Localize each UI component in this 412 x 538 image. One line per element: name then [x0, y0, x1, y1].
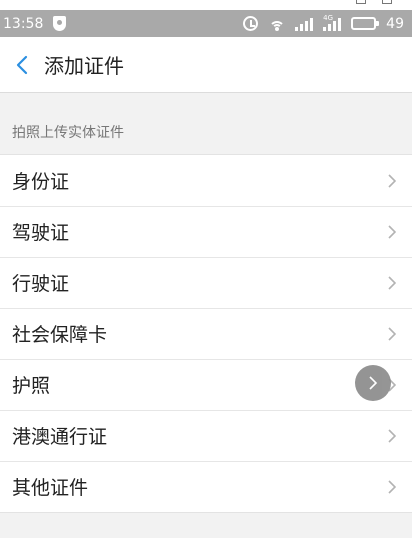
chevron-right-icon: [388, 224, 396, 239]
list-item-label: 其他证件: [12, 477, 89, 499]
wifi-icon: [268, 17, 285, 31]
signal-icon: [295, 17, 314, 31]
chevron-right-icon: [388, 275, 396, 290]
list-item-other-documents[interactable]: 其他证件: [0, 461, 412, 512]
list-item-label: 护照: [12, 375, 51, 397]
window-control-icon[interactable]: [382, 0, 392, 4]
chevron-right-icon: [388, 428, 396, 443]
list-item-passport[interactable]: 护照: [0, 359, 412, 410]
status-bar: 13:58 4G 49: [0, 10, 412, 37]
chevron-right-icon: [388, 173, 396, 188]
alarm-icon: [243, 16, 259, 31]
floating-assistive-button[interactable]: [355, 365, 391, 401]
list-item-hk-macau-permit[interactable]: 港澳通行证: [0, 410, 412, 461]
minimize-icon[interactable]: [356, 0, 366, 4]
list-item-social-security-card[interactable]: 社会保障卡: [0, 308, 412, 359]
list-item-id-card[interactable]: 身份证: [0, 155, 412, 206]
chevron-left-icon: [16, 55, 28, 74]
document-type-list: 身份证 驾驶证 行驶证 社会保障卡 护照 港澳通行证 其他证件: [0, 154, 412, 513]
page-title: 添加证件: [44, 54, 124, 78]
list-item-vehicle-license[interactable]: 行驶证: [0, 257, 412, 308]
back-button[interactable]: [0, 37, 44, 93]
status-time: 13:58: [3, 15, 44, 32]
chevron-right-icon: [388, 326, 396, 341]
list-item-label: 驾驶证: [12, 222, 70, 244]
chevron-right-icon: [388, 479, 396, 494]
chevron-right-icon: [369, 376, 378, 390]
list-item-label: 行驶证: [12, 273, 70, 295]
list-item-driver-license[interactable]: 驾驶证: [0, 206, 412, 257]
battery-text: 49: [386, 15, 404, 32]
navigation-bar: 添加证件: [0, 37, 412, 93]
battery-icon: [351, 17, 380, 30]
window-top-strip: [0, 0, 412, 10]
signal-4g-icon: 4G: [323, 13, 342, 31]
list-item-label: 身份证: [12, 171, 70, 193]
list-item-label: 港澳通行证: [12, 426, 108, 448]
shield-icon: [53, 16, 67, 31]
list-item-label: 社会保障卡: [12, 324, 108, 346]
section-title: 拍照上传实体证件: [12, 125, 124, 141]
network-tag: 4G: [323, 13, 334, 22]
